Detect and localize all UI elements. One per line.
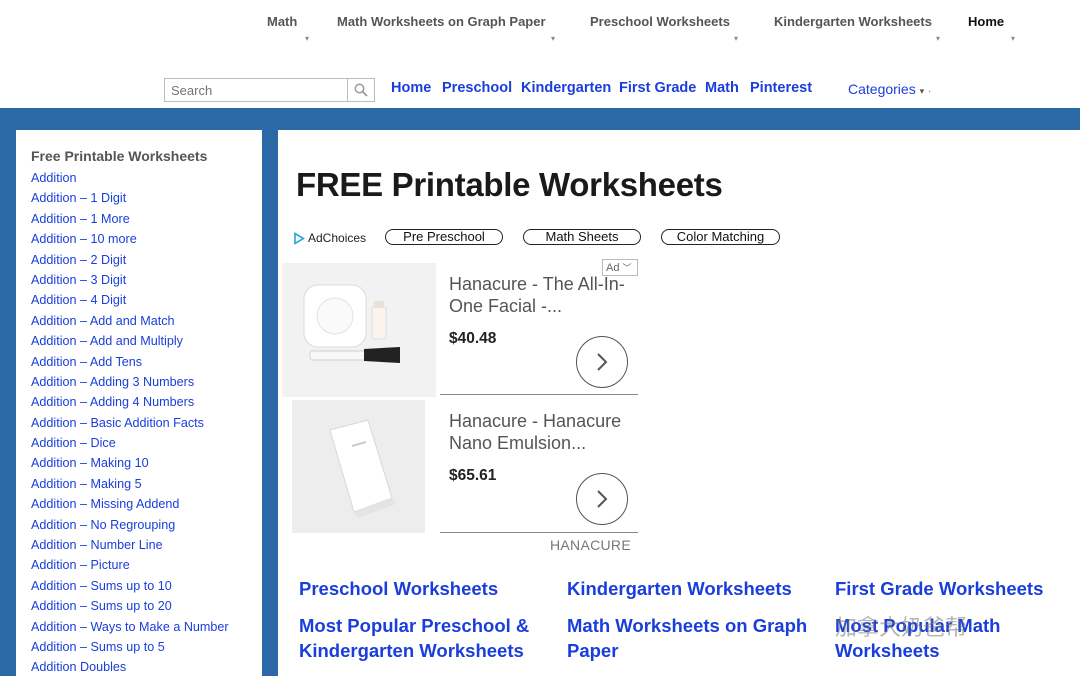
product-go-button[interactable] — [576, 336, 628, 388]
product-image[interactable] — [292, 400, 425, 533]
adchoices-label: AdChoices — [308, 231, 367, 245]
categories-dropdown[interactable]: Categories ▾ · — [848, 81, 931, 97]
sidebar-item[interactable]: Addition – 1 More — [31, 209, 262, 229]
search-row: Home Preschool Kindergarten First Grade … — [0, 76, 1080, 104]
sidebar-item[interactable]: Addition – Add Tens — [31, 352, 262, 372]
quicklink-math[interactable]: Math — [705, 80, 739, 96]
ad-product-card[interactable]: Hanacure - The All-In-One Facial -... $4… — [282, 263, 642, 397]
sidebar-item[interactable]: Addition – Ways to Make a Number — [31, 617, 262, 637]
product-price: $65.61 — [449, 467, 497, 484]
separator-dot: · — [928, 86, 932, 97]
ad-pill-pre-preschool[interactable]: Pre Preschool — [385, 229, 503, 245]
sidebar-item[interactable]: Addition – Number Line — [31, 535, 262, 555]
ad-badge[interactable]: Ad ﹀ — [602, 259, 638, 276]
topnav-item-home[interactable]: Home — [968, 14, 1004, 29]
sidebar-item[interactable]: Addition – Add and Multiply — [31, 331, 262, 351]
product-price: $40.48 — [449, 330, 497, 347]
sidebar-item[interactable]: Addition – 3 Digit — [31, 270, 262, 290]
adchoices-link[interactable]: AdChoices — [293, 231, 366, 245]
quicklink-kindergarten[interactable]: Kindergarten — [521, 80, 611, 96]
sidebar-item[interactable]: Addition — [31, 168, 262, 188]
categories-label: Categories — [848, 81, 916, 97]
top-navigation: Math ▾ Math Worksheets on Graph Paper ▾ … — [0, 0, 1080, 48]
main-content: FREE Printable Worksheets AdChoices Pre … — [278, 130, 1080, 676]
watermark: 加拿大奶爸帮 — [835, 615, 968, 640]
product-title[interactable]: Hanacure - The All-In-One Facial -... — [449, 273, 639, 317]
sidebar-item[interactable]: Addition – Sums up to 5 — [31, 637, 262, 657]
topnav-item-math[interactable]: Math — [267, 14, 297, 29]
chevron-right-icon — [597, 490, 608, 508]
sidebar-item[interactable]: Addition – Dice — [31, 433, 262, 453]
chevron-down-icon[interactable]: ▾ — [305, 34, 309, 43]
sidebar-list: Addition Addition – 1 Digit Addition – 1… — [31, 168, 262, 676]
sidebar-item[interactable]: Addition – 2 Digit — [31, 250, 262, 270]
search-icon — [354, 83, 368, 97]
category-link-popular-preschool[interactable]: Most Popular Preschool & Kindergarten Wo… — [299, 613, 549, 663]
sidebar-item[interactable]: Addition – Sums up to 10 — [31, 576, 262, 596]
sidebar-item[interactable]: Addition – Adding 3 Numbers — [31, 372, 262, 392]
sidebar-item[interactable]: Addition – 1 Digit — [31, 188, 262, 208]
topnav-item-kindergarten[interactable]: Kindergarten Worksheets — [774, 14, 932, 29]
chevron-down-icon[interactable]: ▾ — [1011, 34, 1015, 43]
sidebar-item[interactable]: Addition – 4 Digit — [31, 290, 262, 310]
category-link-first-grade[interactable]: First Grade Worksheets — [835, 576, 1075, 601]
sidebar-item[interactable]: Addition – 10 more — [31, 229, 262, 249]
product-image[interactable] — [282, 263, 436, 397]
sidebar-item[interactable]: Addition – Picture — [31, 555, 262, 575]
chevron-right-icon — [597, 353, 608, 371]
chevron-down-icon: ﹀ — [622, 263, 632, 273]
ad-pill-math-sheets[interactable]: Math Sheets — [523, 229, 641, 245]
sidebar-item[interactable]: Addition – Missing Addend — [31, 494, 262, 514]
search-input[interactable] — [164, 78, 350, 102]
quicklink-preschool[interactable]: Preschool — [442, 80, 512, 96]
sidebar-item[interactable]: Addition – Adding 4 Numbers — [31, 392, 262, 412]
sidebar-item[interactable]: Addition – Sums up to 20 — [31, 596, 262, 616]
ad-pill-color-matching[interactable]: Color Matching — [661, 229, 780, 245]
quicklink-home[interactable]: Home — [391, 80, 431, 96]
sidebar-item[interactable]: Addition – No Regrouping — [31, 515, 262, 535]
sidebar-item[interactable]: Addition – Basic Addition Facts — [31, 413, 262, 433]
topnav-item-preschool[interactable]: Preschool Worksheets — [590, 14, 730, 29]
chevron-down-icon[interactable]: ▾ — [734, 34, 738, 43]
sidebar-item[interactable]: Addition – Add and Match — [31, 311, 262, 331]
sidebar-item[interactable]: Addition – Making 5 — [31, 474, 262, 494]
category-link-kindergarten[interactable]: Kindergarten Worksheets — [567, 576, 817, 601]
chevron-down-icon[interactable]: ▾ — [551, 34, 555, 43]
divider — [440, 532, 638, 533]
product-title[interactable]: Hanacure - Hanacure Nano Emulsion... — [449, 410, 639, 454]
adchoices-icon — [294, 231, 305, 245]
page-title: FREE Printable Worksheets — [296, 166, 723, 203]
chevron-down-icon[interactable]: ▾ — [936, 34, 940, 43]
sidebar-item[interactable]: Addition – Making 10 — [31, 453, 262, 473]
ad-product-card[interactable]: Hanacure - Hanacure Nano Emulsion... $65… — [282, 400, 642, 534]
quicklink-pinterest[interactable]: Pinterest — [750, 80, 812, 96]
product-go-button[interactable] — [576, 473, 628, 525]
chevron-down-icon: ▾ — [919, 86, 925, 96]
divider — [440, 394, 638, 395]
category-link-preschool[interactable]: Preschool Worksheets — [299, 576, 549, 601]
ad-badge-label: Ad — [606, 262, 620, 274]
product-box-image — [292, 400, 425, 533]
ad-brand-name[interactable]: HANACURE — [550, 537, 631, 553]
topnav-item-graph-paper[interactable]: Math Worksheets on Graph Paper — [337, 14, 546, 29]
quicklink-first-grade[interactable]: First Grade — [619, 80, 696, 96]
sidebar-item[interactable]: Addition Doubles — [31, 657, 262, 676]
search-button[interactable] — [347, 78, 375, 102]
skincare-kit-image — [282, 263, 436, 397]
category-link-graph-paper[interactable]: Math Worksheets on Graph Paper — [567, 613, 822, 663]
sidebar-title: Free Printable Worksheets — [31, 148, 208, 164]
sidebar: Free Printable Worksheets Addition Addit… — [16, 130, 262, 676]
